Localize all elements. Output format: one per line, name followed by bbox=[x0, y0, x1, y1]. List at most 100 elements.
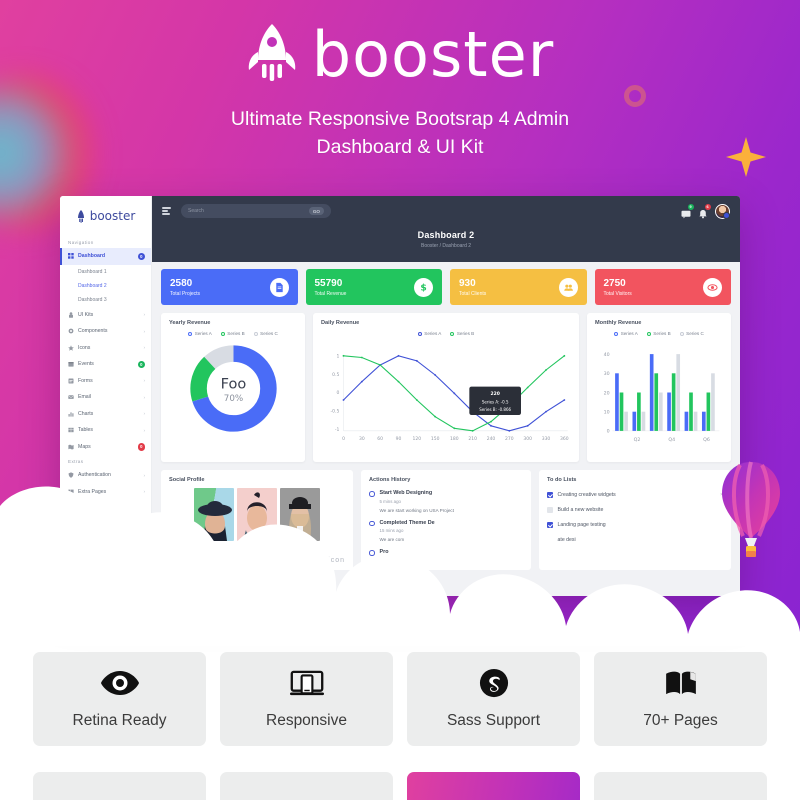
sidebar-item-label: Icons bbox=[78, 344, 91, 351]
calendar-icon bbox=[68, 361, 74, 367]
legend-label: Series B bbox=[227, 331, 245, 336]
feature-card-row2-3-highlighted[interactable] bbox=[407, 772, 580, 800]
nav-heading: Navigation bbox=[68, 240, 94, 245]
legend-marker bbox=[253, 331, 258, 336]
svg-text:270: 270 bbox=[505, 436, 514, 442]
user-avatar[interactable] bbox=[715, 203, 730, 219]
svg-text:$: $ bbox=[420, 282, 426, 292]
hero-tagline: Ultimate Responsive Bootsrap 4 Admin Das… bbox=[0, 106, 800, 161]
feature-card-row2-2[interactable] bbox=[220, 772, 393, 800]
cloud-decoration bbox=[0, 466, 800, 646]
stat-value: 2750 bbox=[603, 277, 626, 289]
svg-text:240: 240 bbox=[487, 436, 496, 442]
sidebar-item-dashboard[interactable]: Dashboard 0 bbox=[60, 248, 151, 265]
svg-text:-1: -1 bbox=[335, 427, 340, 433]
nav-badge-maps: 0 bbox=[137, 443, 145, 451]
feature-label: Sass Support bbox=[446, 712, 541, 729]
stat-value: 55790 bbox=[314, 277, 343, 289]
search-input[interactable]: Search GO bbox=[181, 204, 331, 218]
sidebar-item-label: Components bbox=[78, 328, 108, 335]
sidebar-item-components[interactable]: Components › bbox=[60, 323, 151, 340]
feature-card-row2-1[interactable] bbox=[33, 772, 206, 800]
chevron-right-icon: › bbox=[143, 378, 145, 384]
legend-item[interactable]: Series A bbox=[614, 331, 638, 336]
stat-card-total-clients[interactable]: 930 Total Clients bbox=[450, 269, 587, 305]
line-chart: 1 0.5 0 -0.5 -1 0 30 60 90 120 150 180 2… bbox=[331, 354, 569, 443]
sidebar-item-events[interactable]: Events 0 bbox=[60, 356, 151, 373]
sidebar-item-icons[interactable]: Icons › bbox=[60, 340, 151, 357]
feature-card-row2-4[interactable] bbox=[594, 772, 767, 800]
sidebar-item-forms[interactable]: Forms › bbox=[60, 373, 151, 390]
sidebar-item-tables[interactable]: Tables › bbox=[60, 422, 151, 439]
svg-text:30: 30 bbox=[604, 371, 610, 377]
svg-text:20: 20 bbox=[604, 390, 610, 396]
feature-card-retina-ready[interactable]: Retina Ready bbox=[33, 652, 206, 746]
search-go-button[interactable]: GO bbox=[308, 206, 324, 216]
feature-card-70-plus-pages[interactable]: 70+ Pages bbox=[594, 652, 767, 746]
stat-value: 2580 bbox=[170, 277, 193, 289]
topbar: Search GO 9 6 Dashboard 2 Booster / Dash… bbox=[152, 196, 740, 262]
map-icon bbox=[68, 444, 74, 450]
brand-header: booster bbox=[0, 14, 800, 96]
bell-badge: 6 bbox=[704, 203, 711, 210]
svg-text:30: 30 bbox=[359, 436, 365, 442]
chart-card-yearly-revenue: Yearly Revenue Series A Series B Series … bbox=[161, 313, 305, 462]
sidebar-item-maps[interactable]: Maps 0 bbox=[60, 439, 151, 456]
svg-text:40: 40 bbox=[604, 352, 610, 358]
sidebar-item-label: Events bbox=[78, 361, 94, 368]
stat-label: Total Revenue bbox=[314, 290, 347, 297]
hamburger-icon[interactable] bbox=[162, 207, 171, 215]
devices-icon bbox=[289, 668, 324, 698]
tagline-line-2: Dashboard & UI Kit bbox=[316, 135, 484, 158]
legend-item[interactable]: Series C bbox=[253, 331, 278, 336]
svg-text:Q4: Q4 bbox=[668, 437, 675, 443]
chart-icon bbox=[68, 411, 74, 417]
svg-text:-0.5: -0.5 bbox=[331, 409, 340, 415]
topbar-row: Search GO 9 6 bbox=[152, 196, 740, 226]
legend-marker bbox=[614, 331, 619, 336]
tagline-line-1: Ultimate Responsive Bootsrap 4 Admin bbox=[230, 108, 570, 130]
chart-title: Yearly Revenue bbox=[169, 320, 211, 326]
legend-item[interactable]: Series B bbox=[450, 331, 474, 336]
legend-label: Series B bbox=[653, 331, 671, 336]
donut-chart: Foo 70% bbox=[169, 340, 297, 437]
stat-card-total-projects[interactable]: 2580 Total Projects bbox=[161, 269, 298, 305]
chevron-right-icon: › bbox=[143, 345, 145, 351]
stat-label: Total Visitors bbox=[603, 290, 632, 297]
sidebar-item-dashboard-3[interactable]: Dashboard 3 bbox=[60, 293, 151, 307]
svg-text:90: 90 bbox=[396, 436, 402, 442]
chevron-right-icon: › bbox=[143, 328, 145, 334]
legend-item[interactable]: Series C bbox=[679, 331, 704, 336]
dollar-icon: $ bbox=[414, 277, 433, 297]
nav-badge-dashboard: 0 bbox=[137, 252, 145, 260]
sidebar-item-dashboard-2[interactable]: Dashboard 2 bbox=[60, 279, 151, 293]
sidebar-item-ui-kits[interactable]: UI Kits › bbox=[60, 307, 151, 324]
stat-card-total-visitors[interactable]: 2750 Total Visitors bbox=[594, 269, 731, 305]
chevron-right-icon: › bbox=[143, 312, 145, 318]
legend-item[interactable]: Series A bbox=[417, 331, 441, 336]
stat-card-total-revenue[interactable]: 55790 Total Revenue $ bbox=[305, 269, 442, 305]
chevron-right-icon: › bbox=[143, 427, 145, 433]
sidebar-item-email[interactable]: Email › bbox=[60, 389, 151, 406]
legend-marker bbox=[417, 331, 422, 336]
sidebar-item-label: Tables bbox=[78, 427, 93, 434]
feature-card-responsive[interactable]: Responsive bbox=[220, 652, 393, 746]
rocket-icon bbox=[246, 22, 298, 88]
message-icon[interactable]: 9 bbox=[681, 203, 694, 219]
legend-item[interactable]: Series A bbox=[188, 331, 212, 336]
legend-label: Series C bbox=[260, 331, 278, 336]
bell-icon[interactable]: 6 bbox=[698, 203, 711, 219]
chart-title: Monthly Revenue bbox=[595, 320, 642, 326]
page-title: Dashboard 2 bbox=[417, 230, 475, 240]
chart-title: Daily Revenue bbox=[321, 320, 360, 326]
svg-text:0: 0 bbox=[336, 390, 339, 396]
sidebar-item-charts[interactable]: Charts › bbox=[60, 406, 151, 423]
sidebar-brand[interactable]: booster bbox=[60, 196, 151, 236]
sidebar-item-dashboard-1[interactable]: Dashboard 1 bbox=[60, 265, 151, 279]
legend-item[interactable]: Series B bbox=[646, 331, 671, 336]
legend-item[interactable]: Series B bbox=[220, 331, 245, 336]
legend-marker bbox=[646, 331, 651, 336]
chart-legend: Series A Series B bbox=[321, 331, 571, 336]
chart-row: Yearly Revenue Series A Series B Series … bbox=[161, 313, 731, 462]
feature-card-sass-support[interactable]: Sass Support bbox=[407, 652, 580, 746]
